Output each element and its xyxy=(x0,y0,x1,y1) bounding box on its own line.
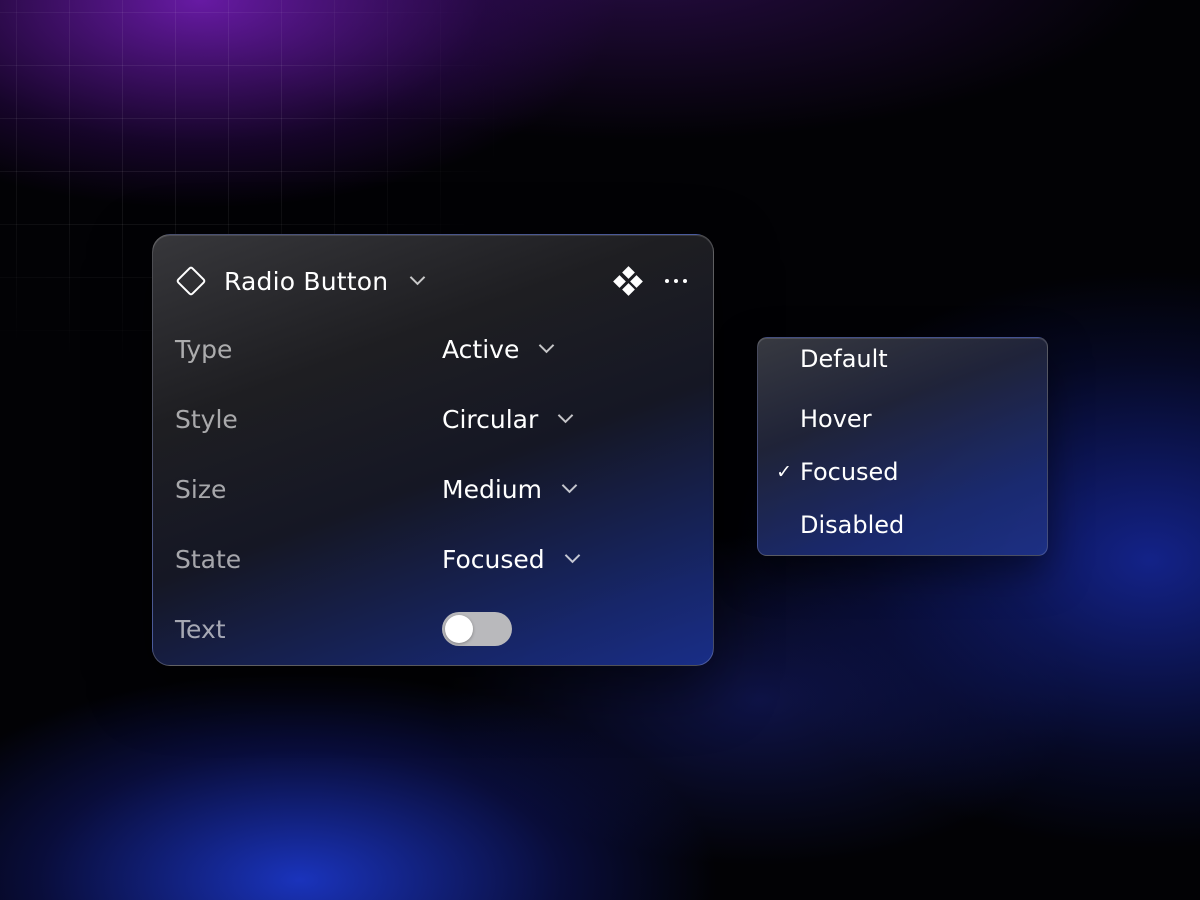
style-select[interactable]: Circular xyxy=(442,405,571,434)
chevron-down-icon xyxy=(562,478,578,494)
property-row-text: Text xyxy=(175,609,693,649)
panel-header: Radio Button xyxy=(175,261,687,301)
property-label: Type xyxy=(175,335,442,364)
text-toggle[interactable] xyxy=(442,612,512,646)
property-value: Focused xyxy=(442,545,545,574)
property-row-style: Style Circular xyxy=(175,399,693,439)
property-label: Style xyxy=(175,405,442,434)
property-row-state: State Focused xyxy=(175,539,693,579)
more-icon[interactable] xyxy=(665,268,687,294)
check-icon: ✓ xyxy=(758,461,800,483)
component-icon[interactable] xyxy=(615,268,641,294)
property-label: State xyxy=(175,545,442,574)
menu-item-disabled[interactable]: Disabled xyxy=(758,505,1047,545)
property-value: Medium xyxy=(442,475,542,504)
property-value: Active xyxy=(442,335,519,364)
menu-item-label: Default xyxy=(800,345,888,373)
property-label: Size xyxy=(175,475,442,504)
toggle-knob[interactable] xyxy=(445,615,473,643)
chevron-down-icon xyxy=(564,548,580,564)
chevron-down-icon xyxy=(539,338,555,354)
menu-item-label: Disabled xyxy=(800,511,904,539)
properties-panel: Radio Button Type Active Style Circular xyxy=(152,234,714,666)
type-select[interactable]: Active xyxy=(442,335,552,364)
size-select[interactable]: Medium xyxy=(442,475,575,504)
property-value: Circular xyxy=(442,405,538,434)
property-label: Text xyxy=(175,615,442,644)
diamond-icon xyxy=(175,265,206,296)
menu-item-label: Hover xyxy=(800,405,872,433)
chevron-down-icon xyxy=(558,408,574,424)
property-row-size: Size Medium xyxy=(175,469,693,509)
menu-item-hover[interactable]: Hover xyxy=(758,399,1047,439)
menu-item-label: Focused xyxy=(800,458,899,486)
property-row-type: Type Active xyxy=(175,329,693,369)
canvas-background: Radio Button Type Active Style Circular xyxy=(0,0,1200,900)
panel-title[interactable]: Radio Button xyxy=(224,267,388,296)
chevron-down-icon[interactable] xyxy=(410,270,426,286)
state-select[interactable]: Focused xyxy=(442,545,578,574)
state-dropdown-menu: Default Hover ✓ Focused Disabled xyxy=(757,337,1048,556)
menu-item-default[interactable]: Default xyxy=(758,339,1047,379)
menu-item-focused[interactable]: ✓ Focused xyxy=(758,452,1047,492)
